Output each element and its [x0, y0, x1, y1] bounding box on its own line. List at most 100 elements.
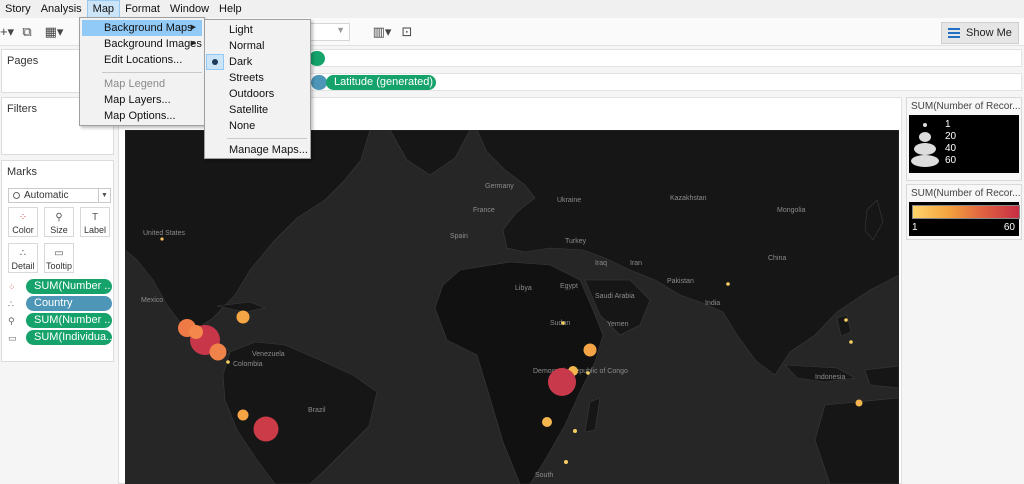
map-label: Indonesia: [815, 374, 845, 381]
dark-map[interactable]: Germany France Spain Ukraine Kazakhstan …: [125, 130, 899, 484]
menu-format[interactable]: Format: [120, 0, 165, 18]
mark-field-pill[interactable]: SUM(Number ..: [26, 313, 112, 328]
data-mark[interactable]: [548, 368, 576, 396]
map-label: South: [535, 472, 553, 479]
map-label: Brazil: [308, 407, 326, 414]
menu-item-streets[interactable]: Streets: [207, 70, 308, 86]
data-mark[interactable]: [160, 237, 164, 241]
label-button-label: Label: [83, 225, 107, 235]
data-mark[interactable]: [586, 371, 590, 375]
size-legend-row: 40: [909, 143, 1019, 155]
data-mark[interactable]: [844, 318, 848, 322]
data-mark[interactable]: [726, 282, 730, 286]
submenu-arrow-icon: ▶: [190, 24, 196, 31]
size-legend-swatch: [923, 123, 927, 127]
rows-pill-latitude[interactable]: Latitude (generated): [326, 75, 436, 90]
data-mark[interactable]: [573, 429, 577, 433]
data-mark[interactable]: [542, 417, 552, 427]
menu-analysis[interactable]: Analysis: [36, 0, 87, 18]
size-legend-title: SUM(Number of Recor...: [911, 101, 1021, 112]
map-label: France: [473, 207, 495, 214]
size-legend-swatch: [911, 155, 939, 167]
presentation-mode-icon[interactable]: ⊡: [398, 23, 416, 41]
mark-field-row[interactable]: ⁘ SUM(Number ..: [6, 279, 112, 294]
color-button-label: Color: [12, 225, 34, 235]
columns-pill-longitude[interactable]: [309, 51, 325, 66]
menu-item-none[interactable]: None: [207, 118, 308, 134]
map-label: Egypt: [560, 283, 578, 290]
map-label: Venezuela: [252, 351, 285, 358]
circle-mark-icon: [13, 192, 20, 199]
data-mark[interactable]: [237, 409, 249, 421]
map-label: Germany: [485, 183, 514, 190]
size-icon: ⚲: [55, 212, 63, 223]
size-button[interactable]: ⚲ Size: [44, 207, 74, 237]
app-window: Story Analysis Map Format Window Help +▾…: [0, 0, 1024, 484]
new-data-source-icon[interactable]: +▾: [0, 23, 14, 41]
size-legend[interactable]: SUM(Number of Recor... 1 20 40 60: [906, 97, 1022, 181]
menu-map[interactable]: Map: [86, 0, 121, 18]
menu-item-label: Background Maps: [104, 22, 193, 34]
data-mark[interactable]: [564, 460, 568, 464]
mark-field-pill[interactable]: Country: [26, 296, 112, 311]
size-legend-value: 20: [945, 131, 957, 142]
data-mark[interactable]: [855, 399, 863, 407]
menu-item-map-layers[interactable]: Map Layers...: [82, 92, 202, 108]
data-mark[interactable]: [236, 310, 250, 324]
menu-item-edit-locations[interactable]: Edit Locations...: [82, 52, 202, 68]
mark-field-pill[interactable]: SUM(Individua..: [26, 330, 112, 345]
map-label: Yemen: [607, 321, 629, 328]
mark-field-row[interactable]: ▭ SUM(Individua..: [6, 330, 112, 345]
tooltip-button[interactable]: ▭ Tooltip: [44, 243, 74, 273]
size-legend-swatch: [914, 143, 936, 155]
clear-sheet-icon[interactable]: ▦▾: [40, 23, 68, 41]
menu-story[interactable]: Story: [0, 0, 36, 18]
mark-field-row[interactable]: ∴ Country: [6, 296, 112, 311]
tooltip-icon: ▭: [8, 333, 17, 343]
color-legend-title: SUM(Number of Recor...: [911, 188, 1021, 199]
menu-item-outdoors[interactable]: Outdoors: [207, 86, 308, 102]
size-legend-body: 1 20 40 60: [909, 115, 1019, 173]
show-me-button[interactable]: Show Me: [941, 22, 1019, 44]
duplicate-sheet-icon[interactable]: ⧉: [18, 23, 36, 41]
data-mark[interactable]: [583, 343, 597, 357]
menu-item-label: Background Images: [104, 38, 202, 50]
data-mark[interactable]: [849, 340, 853, 344]
menu-item-manage-maps[interactable]: Manage Maps...: [207, 142, 308, 158]
menu-item-background-maps[interactable]: Background Maps ▶: [82, 20, 202, 36]
menu-item-light[interactable]: Light: [207, 22, 308, 38]
map-label: Ukraine: [557, 197, 581, 204]
mark-field-row[interactable]: ⚲ SUM(Number ..: [6, 313, 112, 328]
label-button[interactable]: T Label: [80, 207, 110, 237]
detail-button[interactable]: ∴ Detail: [8, 243, 38, 273]
menu-item-satellite[interactable]: Satellite: [207, 102, 308, 118]
data-mark[interactable]: [561, 321, 565, 325]
menu-item-map-options[interactable]: Map Options...: [82, 108, 202, 124]
data-mark[interactable]: [253, 416, 279, 442]
mark-type-dropdown[interactable]: Automatic ▼: [8, 188, 111, 203]
menu-help[interactable]: Help: [214, 0, 247, 18]
map-label: Sudan: [550, 320, 570, 327]
menu-item-normal[interactable]: Normal: [207, 38, 308, 54]
data-mark[interactable]: [226, 360, 230, 364]
menu-item-map-legend: Map Legend: [104, 78, 166, 90]
detail-button-label: Detail: [11, 261, 35, 271]
color-icon: ⁘: [18, 212, 28, 223]
map-menu: Background Maps ▶ Background Images ▶ Ed…: [79, 17, 205, 126]
menu-separator: [227, 138, 307, 139]
menu-window[interactable]: Window: [165, 0, 214, 18]
map-label: Iran: [630, 260, 642, 267]
color-legend[interactable]: SUM(Number of Recor... 1 60: [906, 184, 1022, 240]
data-mark[interactable]: [189, 325, 203, 339]
mark-field-pill[interactable]: SUM(Number ..: [26, 279, 112, 294]
rows-pill-1[interactable]: [311, 75, 327, 90]
color-gradient-bar: [912, 205, 1020, 219]
map-label: Spain: [450, 233, 468, 240]
detail-icon: ∴: [19, 248, 27, 259]
menu-item-background-images[interactable]: Background Images ▶: [82, 36, 202, 52]
show-me-icon: [948, 28, 960, 38]
show-labels-icon[interactable]: ▥▾: [370, 23, 394, 41]
color-button[interactable]: ⁘ Color: [8, 207, 38, 237]
menu-item-dark[interactable]: Dark: [207, 54, 308, 70]
data-mark[interactable]: [209, 343, 227, 361]
